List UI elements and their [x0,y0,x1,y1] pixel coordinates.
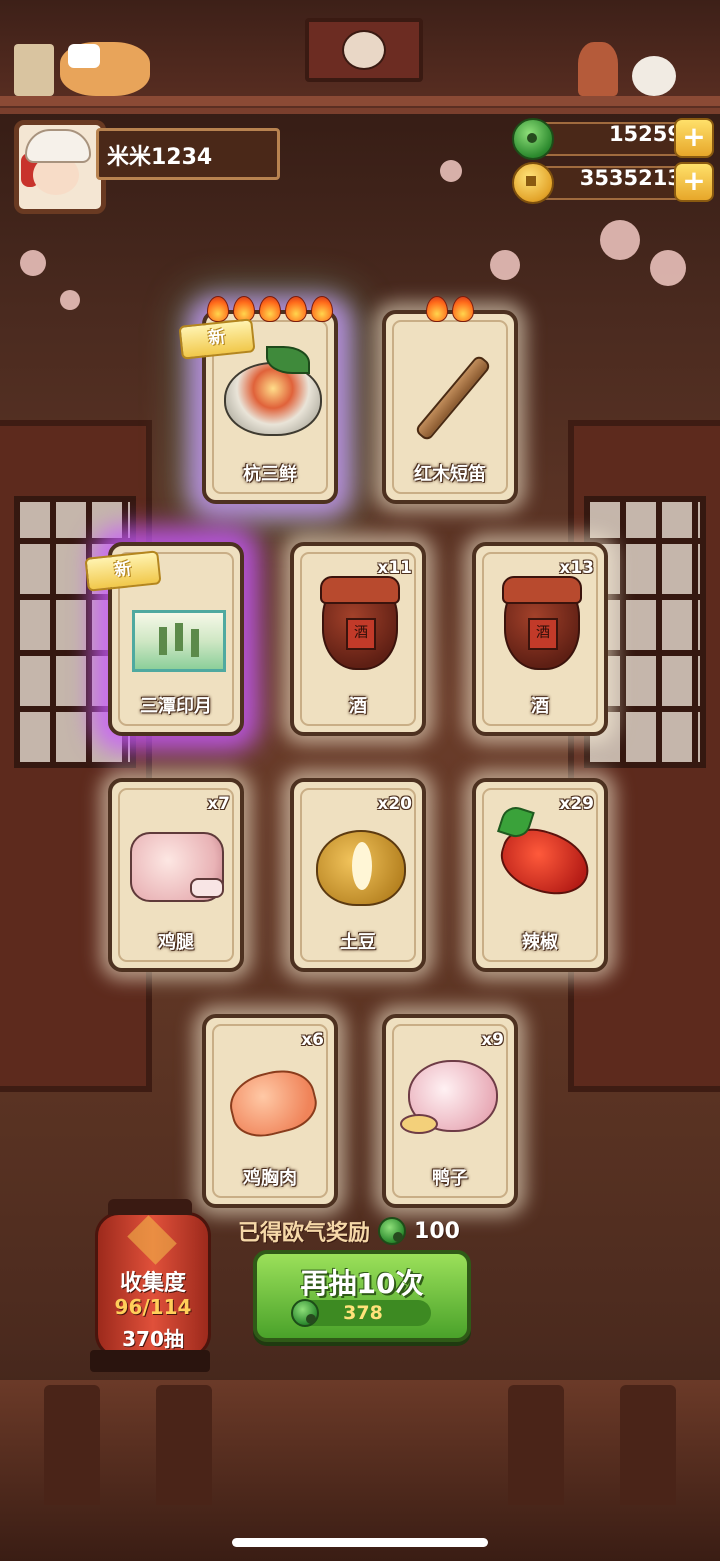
collection-progress: 96/114 [114,1295,192,1319]
drumstick-icon [126,812,226,908]
left-wall-panel [0,420,152,1092]
flame-icon [426,296,448,322]
add-jade-button[interactable]: + [674,118,714,158]
card-label: 土豆 [340,932,376,953]
painting-icon [126,576,226,672]
blossom-icon [440,160,462,182]
card-label: 辣椒 [522,932,558,953]
collection-lantern[interactable]: 收集度 96/114 370抽 [95,1199,211,1358]
home-indicator[interactable] [232,1538,488,1547]
rarity-flames [386,296,514,322]
jade-icon [378,1217,407,1245]
item-count: x29 [559,794,594,814]
reward-card[interactable]: 新 杭三鲜 [178,296,338,504]
item-count: x7 [207,794,230,814]
railing-post [508,1385,564,1505]
card-label: 酒 [349,696,367,717]
item-count: x6 [301,1030,324,1050]
white-cat-icon [632,56,676,96]
railing-post [44,1385,100,1505]
draw-cost-value: 378 [343,1302,383,1324]
coin-icon [512,162,554,204]
card-label: 酒 [531,696,549,717]
potato-icon [308,812,408,908]
portrait-frame [305,18,423,82]
coin-currency: 3535213 + [512,162,714,204]
scroll-sign-icon [14,44,54,96]
collection-draws: 370抽 [122,1327,184,1351]
rarity-flames [206,296,334,322]
blossom-icon [20,250,46,276]
wine-jar-icon: 酒 [308,576,408,672]
reward-card[interactable]: x20 土豆 [290,778,426,972]
add-coin-button[interactable]: + [674,162,714,202]
card-label: 杭三鲜 [243,464,297,485]
jade-icon [512,118,554,160]
player-name: 米米1234 [107,145,213,170]
seafood-bowl-icon [220,344,322,440]
reward-card[interactable]: x11 酒 酒 [290,542,426,736]
item-count: x11 [377,558,412,578]
jade-currency: 15259 + [512,118,714,160]
blossom-icon [650,250,686,286]
item-count: x9 [481,1030,504,1050]
reward-card[interactable]: x9 鸭子 [382,1014,518,1208]
duck-icon [400,1048,500,1144]
reward-card[interactable]: x29 辣椒 [472,778,608,972]
flame-icon [311,296,333,322]
wine-jar-icon: 酒 [490,576,590,672]
chili-icon [490,812,598,908]
player-avatar[interactable] [14,120,106,214]
collection-title: 收集度 [119,1271,186,1296]
reward-card[interactable]: 新 三潭印月 [84,542,244,736]
lantern-stand [90,1350,210,1372]
card-label: 红木短笛 [414,464,486,485]
draw-again-button[interactable]: 再抽10次 378 [253,1250,471,1342]
blossom-icon [60,290,80,310]
item-count: x13 [559,558,594,578]
flame-icon [259,296,281,322]
card-label: 鸡腿 [158,932,194,953]
speech-bubble-icon [68,44,100,68]
draw-cost: 378 [291,1299,431,1327]
floor [0,1380,720,1561]
luck-reward: 已得欧气奖励 100 [238,1214,460,1248]
flute-icon [400,344,500,443]
card-label: 三潭印月 [140,696,212,717]
reward-card[interactable]: 红木短笛 [382,296,518,504]
right-wall-panel [568,420,720,1092]
jade-amount: 15259 [608,122,682,146]
card-label: 鸭子 [432,1168,468,1189]
coin-amount: 3535213 [579,166,682,190]
reward-card[interactable]: x7 鸡腿 [108,778,244,972]
shelf-rail [0,96,720,106]
reward-card[interactable]: x13 酒 酒 [472,542,608,736]
reward-card[interactable]: x6 鸡胸肉 [202,1014,338,1208]
flame-icon [285,296,307,322]
reward-text: 已得欧气奖励 [238,1221,371,1246]
chicken-breast-icon [220,1048,323,1144]
draw-again-label: 再抽10次 [300,1267,424,1300]
blossom-icon [490,250,520,280]
item-count: x20 [377,794,412,814]
railing-post [620,1385,676,1505]
chef-figure-icon [578,42,618,96]
player-name-plate: 米米1234 [96,128,280,180]
reward-value: 100 [414,1218,460,1244]
flame-icon [207,296,229,322]
flame-icon [452,296,474,322]
blossom-icon [600,220,640,260]
card-label: 鸡胸肉 [243,1168,297,1189]
railing-post [156,1385,212,1505]
